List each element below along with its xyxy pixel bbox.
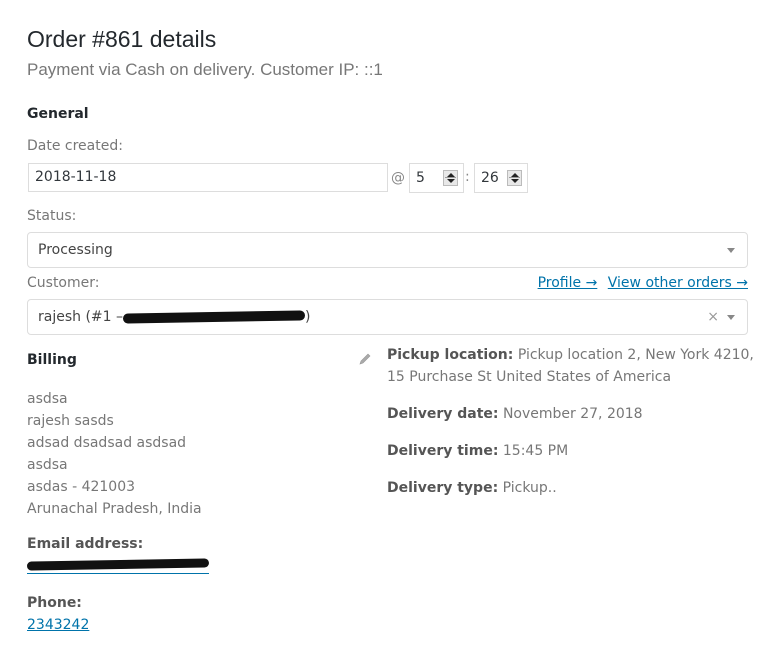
address-line: asdsa xyxy=(27,391,68,407)
redacted-email-mark xyxy=(26,558,210,571)
address-line: rajesh sasds xyxy=(27,413,114,429)
status-select[interactable]: Processing xyxy=(27,232,748,268)
delivery-time-value: 15:45 PM xyxy=(502,443,569,459)
status-value: Processing xyxy=(38,242,113,258)
payment-subtitle: Payment via Cash on delivery. Customer I… xyxy=(27,60,383,79)
delivery-type-label: Delivery type: xyxy=(387,480,499,496)
hour-value: 5 xyxy=(416,170,425,186)
customer-value-prefix: rajesh (#1 – xyxy=(38,309,124,325)
page-title: Order #861 details xyxy=(27,26,217,52)
customer-select[interactable]: rajesh (#1 –) × xyxy=(27,299,748,335)
redacted-email-mark xyxy=(122,310,306,324)
at-separator: @ xyxy=(391,170,405,186)
general-heading: General xyxy=(27,106,89,122)
pickup-location: Pickup location: Pickup location 2, New … xyxy=(387,344,754,388)
delivery-date-value: November 27, 2018 xyxy=(502,406,643,422)
pencil-edit-icon[interactable] xyxy=(358,352,372,366)
phone-link[interactable]: 2343242 xyxy=(27,617,89,633)
clear-icon[interactable]: × xyxy=(707,300,719,334)
pickup-location-line2: 15 Purchase St United States of America xyxy=(387,369,672,385)
customer-links: Profile → View other orders → xyxy=(532,275,748,291)
chevron-down-icon xyxy=(727,315,735,320)
email-label: Email address: xyxy=(27,536,144,552)
delivery-time-label: Delivery time: xyxy=(387,443,499,459)
customer-label: Customer: xyxy=(27,275,100,291)
delivery-date: Delivery date: November 27, 2018 xyxy=(387,403,643,425)
delivery-type-value: Pickup.. xyxy=(502,480,557,496)
delivery-date-label: Delivery date: xyxy=(387,406,499,422)
hour-spinner-icon[interactable] xyxy=(443,170,458,186)
hour-input[interactable]: 5 xyxy=(409,163,464,193)
pickup-location-label: Pickup location: xyxy=(387,347,514,363)
chevron-down-icon xyxy=(727,248,735,253)
address-line: Arunachal Pradesh, India xyxy=(27,501,202,517)
time-colon: : xyxy=(465,169,470,185)
date-created-input[interactable]: 2018-11-18 xyxy=(28,163,388,192)
delivery-type: Delivery type: Pickup.. xyxy=(387,477,557,499)
pickup-location-line1: Pickup location 2, New York 4210, xyxy=(517,347,754,363)
address-line: asdas - 421003 xyxy=(27,479,136,495)
address-line: asdsa xyxy=(27,457,68,473)
delivery-time: Delivery time: 15:45 PM xyxy=(387,440,568,462)
customer-value-suffix: ) xyxy=(305,309,311,325)
minute-value: 26 xyxy=(481,170,499,186)
billing-address: asdsa rajesh sasds adsad dsadsad asdsad … xyxy=(27,388,202,520)
minute-input[interactable]: 26 xyxy=(474,163,528,193)
status-label: Status: xyxy=(27,208,77,224)
phone-label: Phone: xyxy=(27,595,82,611)
email-link[interactable] xyxy=(26,558,210,574)
date-created-label: Date created: xyxy=(27,138,123,154)
view-other-orders-link[interactable]: View other orders → xyxy=(608,275,748,291)
address-line: adsad dsadsad asdsad xyxy=(27,435,187,451)
billing-heading: Billing xyxy=(27,352,77,368)
minute-spinner-icon[interactable] xyxy=(507,170,522,186)
profile-link[interactable]: Profile → xyxy=(538,275,598,291)
